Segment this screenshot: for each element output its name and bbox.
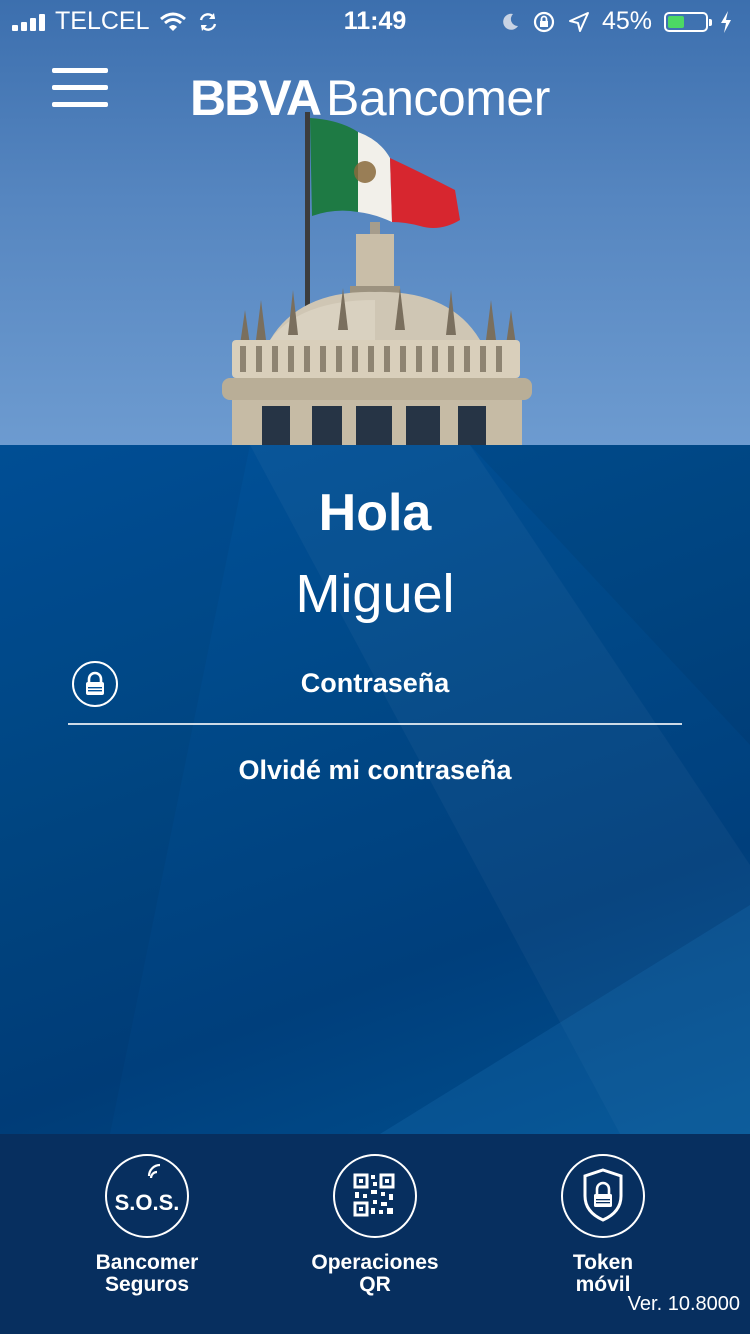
charging-bolt-icon: [721, 10, 731, 33]
token-movil-button[interactable]: Token móvil: [503, 1154, 703, 1296]
login-panel: Hola Miguel Contraseña Olvidé mi contras…: [0, 445, 750, 1134]
sos-icon: S.O.S.: [105, 1154, 189, 1238]
password-field[interactable]: Contraseña: [68, 653, 682, 725]
forgot-password-link[interactable]: Olvidé mi contraseña: [0, 755, 750, 786]
footer-bar: S.O.S. Bancomer Seguros Operaciones QR T…: [0, 1134, 750, 1334]
battery-icon: [664, 11, 712, 32]
status-right-group: 45%: [500, 7, 732, 36]
logo-regular-text: Bancomer: [325, 70, 550, 126]
qr-code-icon: [333, 1154, 417, 1238]
operaciones-qr-button[interactable]: Operaciones QR: [275, 1154, 475, 1296]
rotation-lock-icon: [533, 11, 555, 32]
footer-label: Bancomer Seguros: [47, 1252, 247, 1296]
app-version: Ver. 10.8000: [627, 1293, 740, 1315]
location-arrow-icon: [568, 11, 589, 32]
logo-bold-text: BBVA: [190, 70, 322, 126]
footer-label: Token móvil: [503, 1252, 703, 1296]
palace-dome-flag-image: [222, 112, 532, 445]
user-name: Miguel: [295, 564, 455, 624]
label-line: Operaciones: [311, 1251, 439, 1274]
bancomer-seguros-button[interactable]: S.O.S. Bancomer Seguros: [47, 1154, 247, 1296]
hamburger-menu-icon[interactable]: [52, 68, 108, 108]
label-line: Token: [572, 1251, 634, 1274]
battery-fill: [668, 15, 685, 28]
background-pattern: [0, 445, 750, 1134]
hero-image: TELCEL 11:49 45% BBVA Bancomer: [0, 0, 750, 445]
svg-text:S.O.S.: S.O.S.: [115, 1190, 180, 1215]
label-line: QR: [359, 1273, 391, 1296]
battery-percent: 45%: [601, 7, 652, 35]
moon-icon: [503, 13, 518, 30]
label-line: Seguros: [104, 1273, 190, 1296]
label-line: Bancomer: [95, 1251, 199, 1274]
status-bar: TELCEL 11:49 45%: [0, 0, 750, 40]
shield-lock-icon: [561, 1154, 645, 1238]
password-placeholder: Contraseña: [300, 668, 450, 698]
greeting-title: Hola: [318, 484, 432, 542]
bbva-bancomer-logo: BBVA Bancomer: [190, 70, 550, 126]
footer-label: Operaciones QR: [275, 1252, 475, 1296]
